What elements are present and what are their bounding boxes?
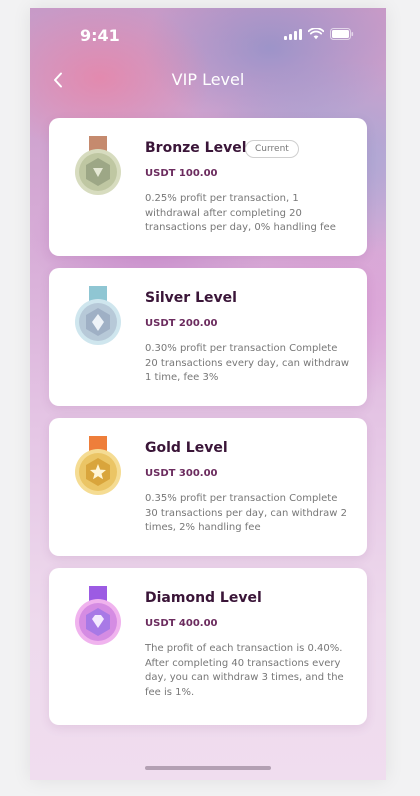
status-bar: 9:41 bbox=[30, 8, 386, 56]
level-price: USDT 200.00 bbox=[145, 318, 218, 329]
level-price: USDT 400.00 bbox=[145, 618, 218, 629]
nav-bar: VIP Level bbox=[30, 60, 386, 100]
level-description: The profit of each transaction is 0.40%.… bbox=[145, 643, 344, 698]
level-description: 0.35% profit per transaction Complete 30… bbox=[145, 493, 347, 533]
status-icons bbox=[284, 28, 354, 40]
vip-card-gold[interactable]: Gold Level USDT 300.00 0.35% profit per … bbox=[49, 418, 367, 556]
gold-medal-icon bbox=[75, 436, 121, 495]
vip-card-silver[interactable]: Silver Level USDT 200.00 0.30% profit pe… bbox=[49, 268, 367, 406]
status-time: 9:41 bbox=[80, 26, 120, 45]
current-badge: Current bbox=[245, 140, 299, 158]
level-description: 0.25% profit per transaction, 1 withdraw… bbox=[145, 193, 336, 233]
level-price: USDT 100.00 bbox=[145, 168, 218, 179]
diamond-medal-icon bbox=[75, 586, 121, 645]
phone-screen: 9:41 VIP Level Bronze Level Current USDT… bbox=[30, 8, 386, 780]
level-name: Bronze Level bbox=[145, 140, 247, 156]
home-indicator[interactable] bbox=[145, 766, 271, 770]
level-name: Diamond Level bbox=[145, 590, 262, 606]
vip-card-diamond[interactable]: Diamond Level USDT 400.00 The profit of … bbox=[49, 568, 367, 725]
bronze-medal-icon bbox=[75, 136, 121, 195]
vip-card-bronze[interactable]: Bronze Level Current USDT 100.00 0.25% p… bbox=[49, 118, 367, 256]
page-title: VIP Level bbox=[171, 70, 245, 89]
cellular-signal-icon bbox=[284, 28, 302, 40]
level-name: Silver Level bbox=[145, 290, 237, 306]
level-price: USDT 300.00 bbox=[145, 468, 218, 479]
level-description: 0.30% profit per transaction Complete 20… bbox=[145, 343, 350, 383]
battery-icon bbox=[330, 28, 354, 40]
level-name: Gold Level bbox=[145, 440, 228, 456]
silver-medal-icon bbox=[75, 286, 121, 345]
wifi-icon bbox=[308, 28, 324, 40]
